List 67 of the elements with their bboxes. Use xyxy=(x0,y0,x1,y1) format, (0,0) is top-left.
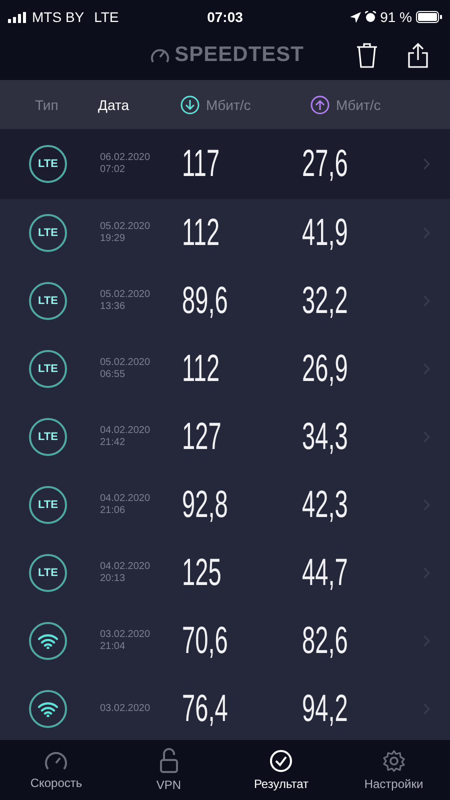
lte-badge: LTE xyxy=(29,554,67,592)
test-time: 21:04 xyxy=(100,641,126,653)
battery-icon xyxy=(416,11,442,23)
upload-speed: 44,7 xyxy=(302,552,348,594)
share-icon[interactable] xyxy=(408,42,428,68)
gauge-icon xyxy=(44,750,68,772)
upload-speed: 27,6 xyxy=(302,142,348,184)
download-speed: 112 xyxy=(182,348,220,390)
test-time: 20:13 xyxy=(100,573,126,585)
test-date: 04.02.2020 xyxy=(100,493,152,505)
download-speed: 70,6 xyxy=(182,620,228,662)
settings-icon xyxy=(382,749,406,773)
test-date: 05.02.2020 xyxy=(100,289,152,301)
test-time: 21:42 xyxy=(100,437,126,449)
gauge-icon xyxy=(150,46,170,64)
test-date: 03.02.2020 xyxy=(100,629,152,641)
lte-badge: LTE xyxy=(29,486,67,524)
test-date: 06.02.2020 xyxy=(100,152,152,164)
lte-badge: LTE xyxy=(29,350,67,388)
battery-percent: 91 % xyxy=(380,9,412,25)
test-time: 19:29 xyxy=(100,233,126,245)
chevron-icon xyxy=(423,158,430,170)
carrier: MTS BY xyxy=(32,9,84,25)
logo-text: SPEEDTEST xyxy=(174,43,304,67)
download-speed: 125 xyxy=(182,552,222,594)
download-speed: 76,4 xyxy=(182,688,228,730)
download-speed: 89,6 xyxy=(182,280,228,322)
upload-speed: 32,2 xyxy=(302,280,348,322)
test-date: 04.02.2020 xyxy=(100,561,152,573)
download-speed: 112 xyxy=(182,212,220,254)
upload-speed: 26,9 xyxy=(302,348,348,390)
result-row[interactable]: LTE 06.02.2020 07:02 117 27,6 xyxy=(0,129,450,199)
lte-badge: LTE xyxy=(29,418,67,456)
test-date: 04.02.2020 xyxy=(100,425,152,437)
download-speed: 117 xyxy=(182,142,220,184)
upload-speed: 42,3 xyxy=(302,484,348,526)
test-time: 13:36 xyxy=(100,301,126,313)
test-date: 05.02.2020 xyxy=(100,221,152,233)
wifi-badge xyxy=(29,622,67,660)
network-type: LTE xyxy=(94,9,119,25)
alarm-icon xyxy=(365,11,376,23)
location-icon xyxy=(350,12,362,22)
upload-speed: 41,9 xyxy=(302,212,348,254)
download-speed: 92,8 xyxy=(182,484,228,526)
upload-speed: 34,3 xyxy=(302,416,348,458)
tab[interactable]: Результат xyxy=(225,740,338,800)
column-header[interactable]: Дата xyxy=(98,96,130,112)
clock: 07:03 xyxy=(207,9,243,25)
check-icon xyxy=(269,749,294,773)
trash-icon[interactable] xyxy=(356,42,378,68)
upload-speed: 82,6 xyxy=(302,620,348,662)
tab[interactable]: Настройки xyxy=(338,740,450,800)
test-time: 21:06 xyxy=(100,505,126,517)
test-date: 05.02.2020 xyxy=(100,357,152,369)
tab[interactable]: Скорость xyxy=(0,740,112,800)
lte-badge: LTE xyxy=(29,214,67,252)
lte-badge: LTE xyxy=(29,145,67,183)
lte-badge: LTE xyxy=(29,282,67,320)
test-date: 03.02.2020 xyxy=(100,703,152,715)
wifi-badge xyxy=(29,690,67,728)
lock-icon xyxy=(158,748,179,774)
download-speed: 127 xyxy=(182,416,222,458)
tab[interactable]: VPN xyxy=(112,740,225,800)
upload-speed: 94,2 xyxy=(302,688,348,730)
test-time: 07:02 xyxy=(100,164,126,176)
test-time: 06:55 xyxy=(100,369,126,381)
signal-icon xyxy=(8,12,28,22)
